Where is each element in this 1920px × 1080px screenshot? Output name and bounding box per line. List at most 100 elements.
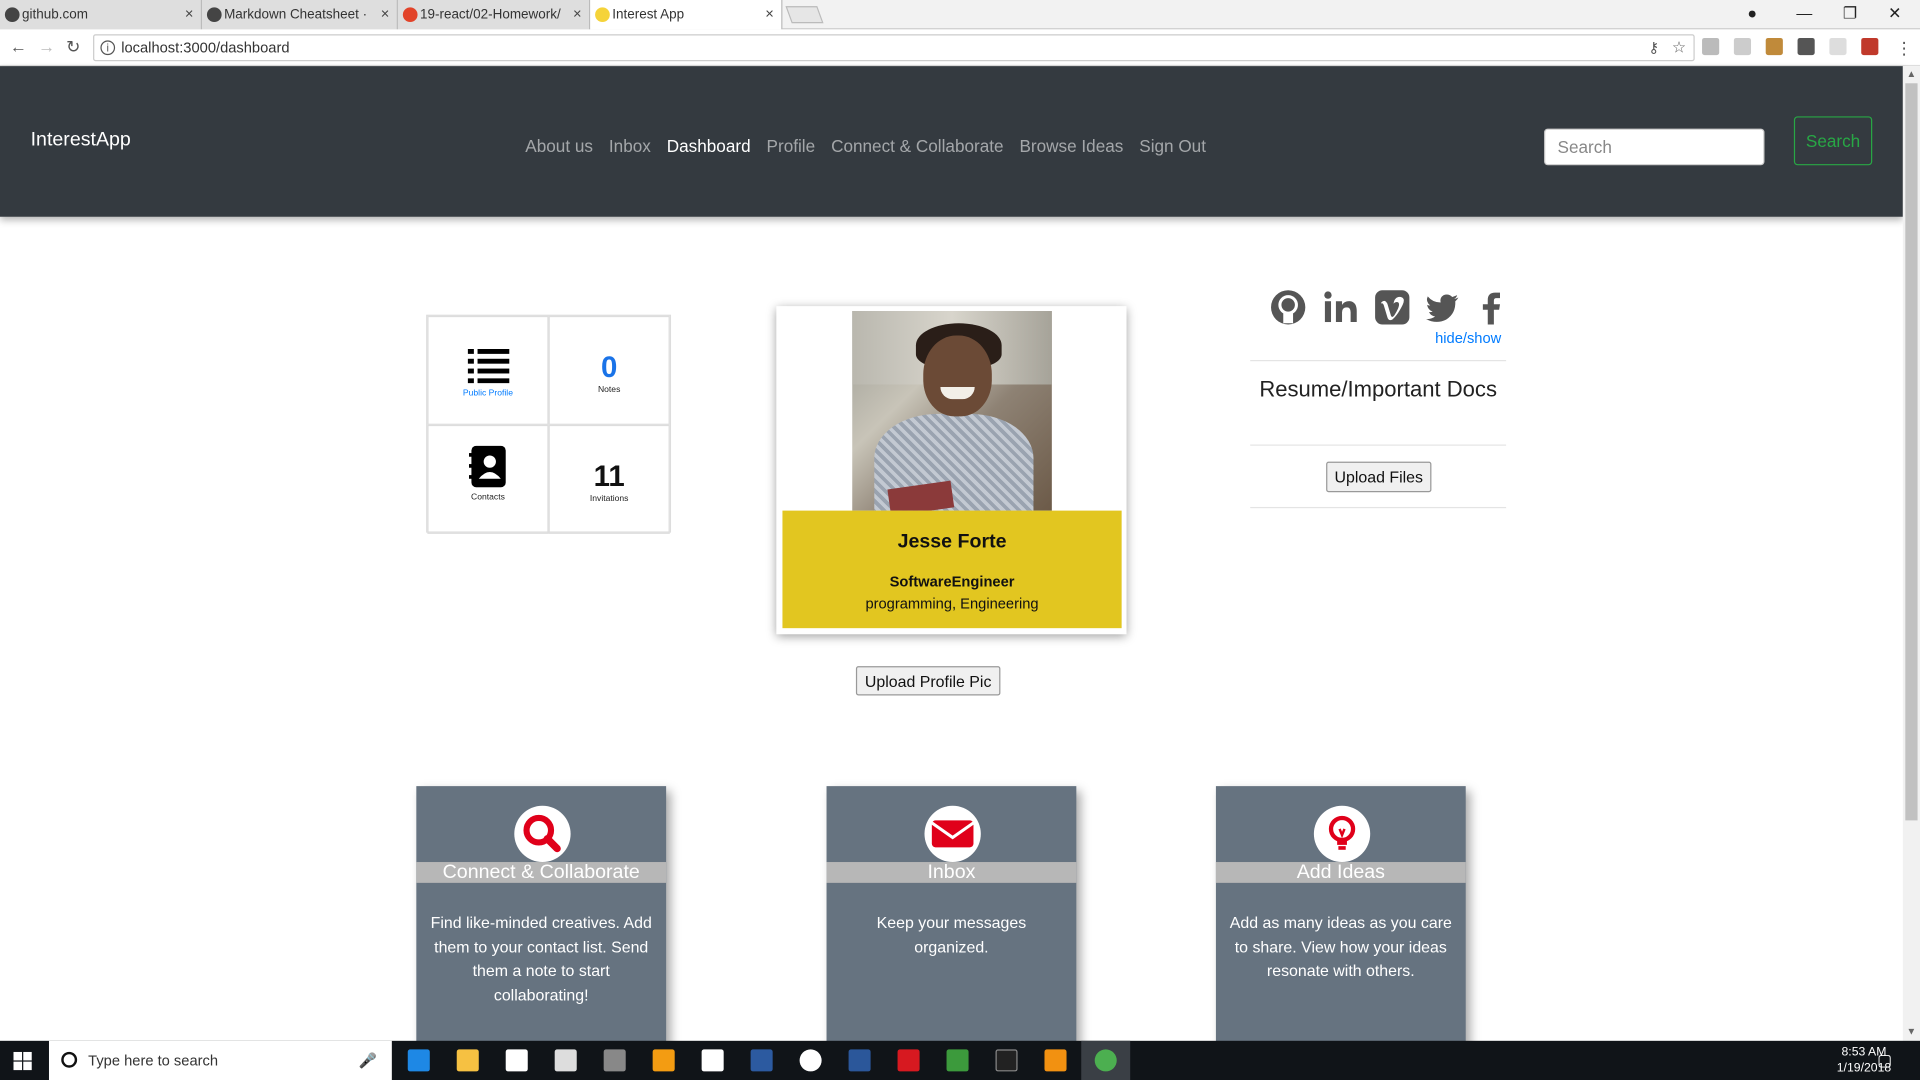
app-icon[interactable] (750, 1049, 773, 1072)
search-input[interactable] (1544, 128, 1765, 166)
browser-tab[interactable]: Markdown Cheatsheet · × (202, 0, 398, 30)
notifications-icon[interactable]: ▢ (1877, 1051, 1892, 1071)
nav-link-inbox[interactable]: Inbox (609, 136, 651, 156)
contacts-tile[interactable]: Contacts (427, 424, 549, 534)
nav-link-profile[interactable]: Profile (767, 136, 816, 156)
address-book-icon (468, 445, 506, 488)
file-explorer-icon[interactable] (456, 1049, 479, 1072)
app-icon[interactable] (554, 1049, 577, 1072)
nav-link-sign-out[interactable]: Sign Out (1139, 136, 1206, 156)
twitter-icon[interactable] (1424, 289, 1461, 326)
edge-icon[interactable] (407, 1049, 430, 1072)
address-bar[interactable]: i localhost:3000/dashboard ⚷ ☆ (93, 34, 1695, 62)
nav-link-connect[interactable]: Connect & Collaborate (831, 136, 1004, 156)
divider (1250, 360, 1507, 362)
brand-logo[interactable]: InterestApp (31, 130, 131, 152)
chrome-icon (1094, 1049, 1117, 1072)
github-icon[interactable] (1270, 289, 1307, 326)
acrobat-icon[interactable] (897, 1049, 920, 1072)
taskbar-search-placeholder: Type here to search (88, 1051, 219, 1069)
vimeo-icon[interactable] (1374, 289, 1411, 326)
media-player-icon[interactable] (652, 1049, 675, 1072)
close-icon[interactable]: × (765, 5, 774, 22)
github-icon (4, 7, 20, 23)
feature-description: Find like-minded creatives. Add them to … (430, 913, 652, 1004)
windows-start-icon[interactable] (13, 1051, 32, 1071)
reload-icon[interactable]: ↻ (66, 37, 80, 58)
mail-icon[interactable] (701, 1049, 724, 1072)
browser-tab[interactable]: github.com × (0, 0, 203, 30)
list-icon (467, 348, 509, 384)
extension-icon[interactable] (1797, 37, 1815, 56)
lightbulb-icon (1313, 805, 1371, 863)
nav-link-about[interactable]: About us (525, 136, 593, 156)
terminal-icon[interactable] (995, 1049, 1018, 1072)
sublime-text-icon[interactable] (1044, 1049, 1067, 1072)
envelope-icon (924, 805, 981, 863)
gitlab-icon (402, 7, 418, 23)
close-window-icon[interactable]: ✕ (1888, 4, 1901, 24)
close-icon[interactable]: × (381, 5, 390, 22)
feature-description: Keep your messages organized. (876, 913, 1027, 956)
feature-title: Add Ideas (1215, 862, 1466, 883)
app-icon[interactable] (946, 1049, 969, 1072)
public-profile-tile[interactable]: Public Profile (427, 315, 549, 425)
feature-card-inbox[interactable]: Inbox Keep your messages organized. (826, 786, 1077, 1056)
navbar: InterestApp About us Inbox Dashboard Pro… (0, 66, 1903, 217)
key-icon[interactable]: ⚷ (1648, 36, 1659, 60)
app-icon[interactable] (603, 1049, 626, 1072)
upload-profile-pic-button[interactable]: Upload Profile Pic (855, 666, 1001, 696)
notes-tile[interactable]: 0 Notes (548, 315, 670, 425)
notes-count: 0 (600, 351, 618, 385)
microphone-icon[interactable]: 🎤 (359, 1041, 377, 1080)
back-icon[interactable]: ← (10, 37, 27, 57)
browser-tab[interactable]: 19-react/02-Homework/ × (397, 0, 591, 30)
close-icon[interactable]: × (573, 5, 582, 22)
scrollbar-thumb[interactable] (1905, 83, 1918, 821)
github-icon (206, 7, 222, 23)
chrome-taskbar-slot[interactable] (1081, 1040, 1131, 1080)
restore-icon[interactable]: ❐ (1843, 4, 1857, 24)
hide-show-link[interactable]: hide/show (1435, 329, 1501, 346)
profile-name: Jesse Forte (897, 531, 1007, 553)
public-profile-label[interactable]: Public Profile (429, 389, 548, 398)
feature-card-add-ideas[interactable]: Add Ideas Add as many ideas as you care … (1215, 786, 1466, 1056)
minimize-icon[interactable]: — (1796, 4, 1812, 22)
browser-tab-title: 19-react/02-Homework/ (420, 7, 561, 23)
slack-icon[interactable] (799, 1049, 822, 1072)
info-icon[interactable]: i (100, 40, 116, 56)
contacts-label: Contacts (471, 493, 505, 503)
forward-icon[interactable]: → (38, 37, 55, 57)
scroll-down-icon[interactable]: ▼ (1907, 1026, 1917, 1037)
page-scrollbar[interactable]: ▲ ▼ (1902, 66, 1920, 1041)
nav-link-dashboard[interactable]: Dashboard (667, 136, 751, 156)
star-icon[interactable]: ☆ (1672, 36, 1686, 60)
menu-icon[interactable]: ⋮ (1896, 38, 1913, 59)
extension-icon[interactable] (1765, 37, 1783, 56)
url-text: localhost:3000/dashboard (121, 39, 290, 57)
browser-tab-strip: github.com × Markdown Cheatsheet · × 19-… (0, 0, 1920, 30)
new-tab-button[interactable] (785, 6, 824, 24)
extension-icon[interactable] (1861, 37, 1879, 56)
scroll-up-icon[interactable]: ▲ (1907, 69, 1917, 80)
profile-icon[interactable]: ● (1747, 4, 1757, 22)
browser-tab-active[interactable]: Interest App × (590, 0, 783, 30)
search-icon (514, 805, 571, 863)
search-button[interactable]: Search (1793, 116, 1873, 166)
lightbulb-icon (595, 7, 610, 23)
taskbar-search[interactable]: Type here to search 🎤 (48, 1040, 392, 1080)
store-icon[interactable] (505, 1049, 528, 1072)
extension-icon[interactable] (1702, 37, 1720, 56)
invitations-tile[interactable]: 11 Invitations (548, 424, 670, 534)
upload-files-button[interactable]: Upload Files (1326, 461, 1432, 493)
close-icon[interactable]: × (185, 5, 194, 22)
extension-icon[interactable] (1733, 37, 1752, 56)
feature-card-connect[interactable]: Connect & Collaborate Find like-minded c… (416, 786, 667, 1056)
linkedin-icon[interactable] (1322, 289, 1359, 326)
nav-link-browse-ideas[interactable]: Browse Ideas (1019, 136, 1123, 156)
browser-tab-title: Markdown Cheatsheet · (224, 7, 368, 23)
facebook-icon[interactable] (1473, 289, 1510, 326)
extension-icon[interactable] (1829, 37, 1847, 56)
profile-interests: programming, Engineering (865, 595, 1039, 613)
word-icon[interactable] (848, 1049, 871, 1072)
